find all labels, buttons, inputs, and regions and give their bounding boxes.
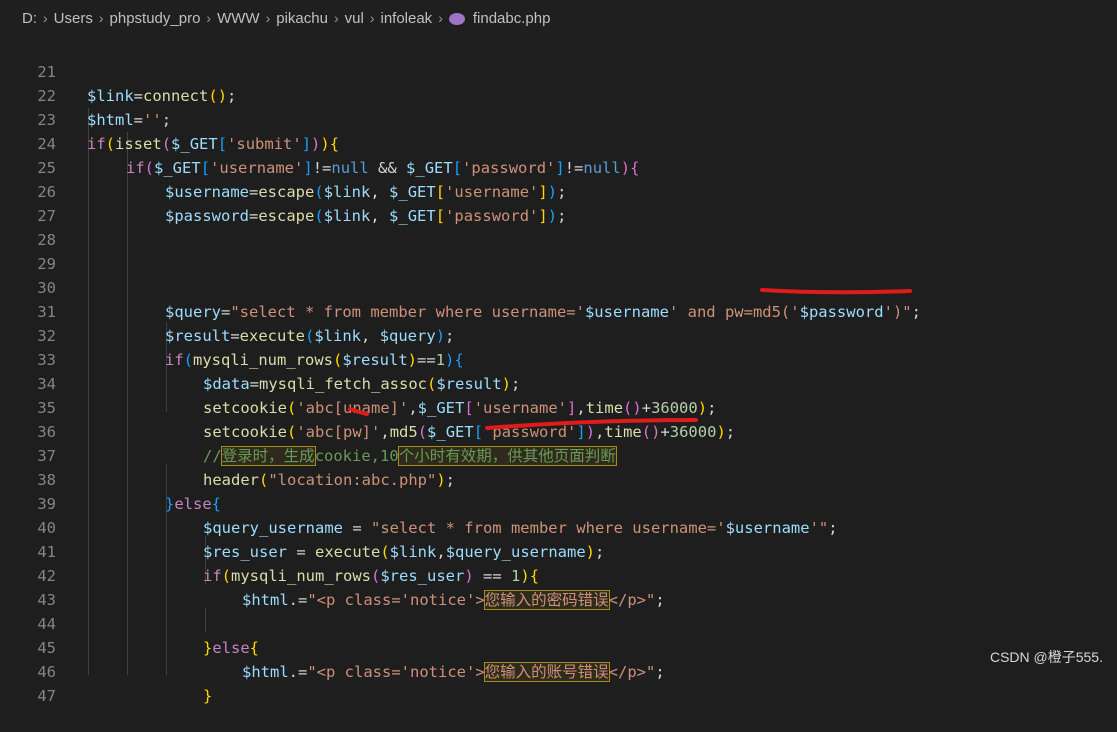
chevron-right-icon: › <box>265 10 271 26</box>
red-dash-annotation <box>348 407 369 416</box>
breadcrumb: D: › Users › phpstudy_pro › WWW › pikachu › v… <box>0 0 1117 36</box>
watermark: CSDN @橙子555. <box>989 649 1103 665</box>
code-line: 46 } <box>0 636 1117 705</box>
breadcrumb-users[interactable]: Users <box>54 10 93 27</box>
code-line: 41 if(mysqli_num_rows($res_user) == 1){ <box>0 516 1117 585</box>
code-line: 47 <box>0 660 1117 705</box>
breadcrumb-www[interactable]: WWW <box>217 10 259 27</box>
php-file-icon <box>448 13 465 25</box>
code-line: 45 $html.="<p class='notice'>您输入的账号错误</p… <box>0 612 1117 682</box>
code-line: 33 $data=mysqli_fetch_assoc($result); <box>0 324 1117 393</box>
code-line: 35 setcookie('abc[pw]',md5($_GET['passwo… <box>0 372 1117 441</box>
breadcrumb-vul[interactable]: vul <box>345 10 364 27</box>
code-line: 23 if(isset($_GET['submit'])){ <box>0 84 1117 153</box>
breadcrumb-file[interactable]: findabc.php <box>473 10 551 27</box>
code-line: 29 <box>0 228 1117 273</box>
red-underline-annotation <box>485 418 698 430</box>
chevron-right-icon: › <box>369 10 375 26</box>
token: } <box>203 687 213 705</box>
breadcrumb-infoleak[interactable]: infoleak <box>380 10 432 27</box>
code-line: 22 $html=''; <box>0 60 1117 129</box>
chevron-right-icon: › <box>333 10 339 26</box>
code-line: 39 $query_username = "select * from memb… <box>0 468 1117 537</box>
breadcrumb-drive[interactable]: D: <box>22 10 37 27</box>
code-line: 40 $res_user = execute($link,$query_user… <box>0 492 1117 561</box>
code-line: 26 $password=escape($link, $_GET['passwo… <box>0 156 1117 225</box>
line-number: 47 <box>37 687 56 705</box>
code-line: 25 $username=escape($link, $_GET['userna… <box>0 132 1117 201</box>
chevron-right-icon: › <box>98 10 104 26</box>
code-line: 27 <box>0 180 1117 225</box>
red-underline-annotation <box>760 288 912 295</box>
code-line: 28 <box>0 204 1117 249</box>
code-line: 44 }else{ <box>0 588 1117 657</box>
breadcrumb-pikachu[interactable]: pikachu <box>276 10 328 27</box>
chevron-right-icon: › <box>43 10 48 26</box>
code-line: 31 $result=execute($link, $query); <box>0 276 1117 345</box>
chevron-right-icon: › <box>438 10 443 26</box>
code-line: 34 setcookie('abc[uname]',$_GET['usernam… <box>0 348 1117 417</box>
code-line: 30 $query="select * from member where us… <box>0 252 1117 321</box>
code-line: 21 $link=connect(); <box>0 36 1117 105</box>
code-editor[interactable]: 21 $link=connect(); 22 $html=''; 23 if(i… <box>0 36 1117 705</box>
code-line: 32 if(mysqli_num_rows($result)==1){ <box>0 300 1117 369</box>
breadcrumb-phpstudy[interactable]: phpstudy_pro <box>110 10 201 27</box>
chevron-right-icon: › <box>206 10 212 26</box>
code-line: 24 if($_GET['username']!=null && $_GET['… <box>0 108 1117 177</box>
code-line: 42 $html.="<p class='notice'>您输入的密码错误</p… <box>0 540 1117 610</box>
code-line: 38 }else{ <box>0 444 1117 513</box>
code-line: 43 <box>0 564 1117 609</box>
